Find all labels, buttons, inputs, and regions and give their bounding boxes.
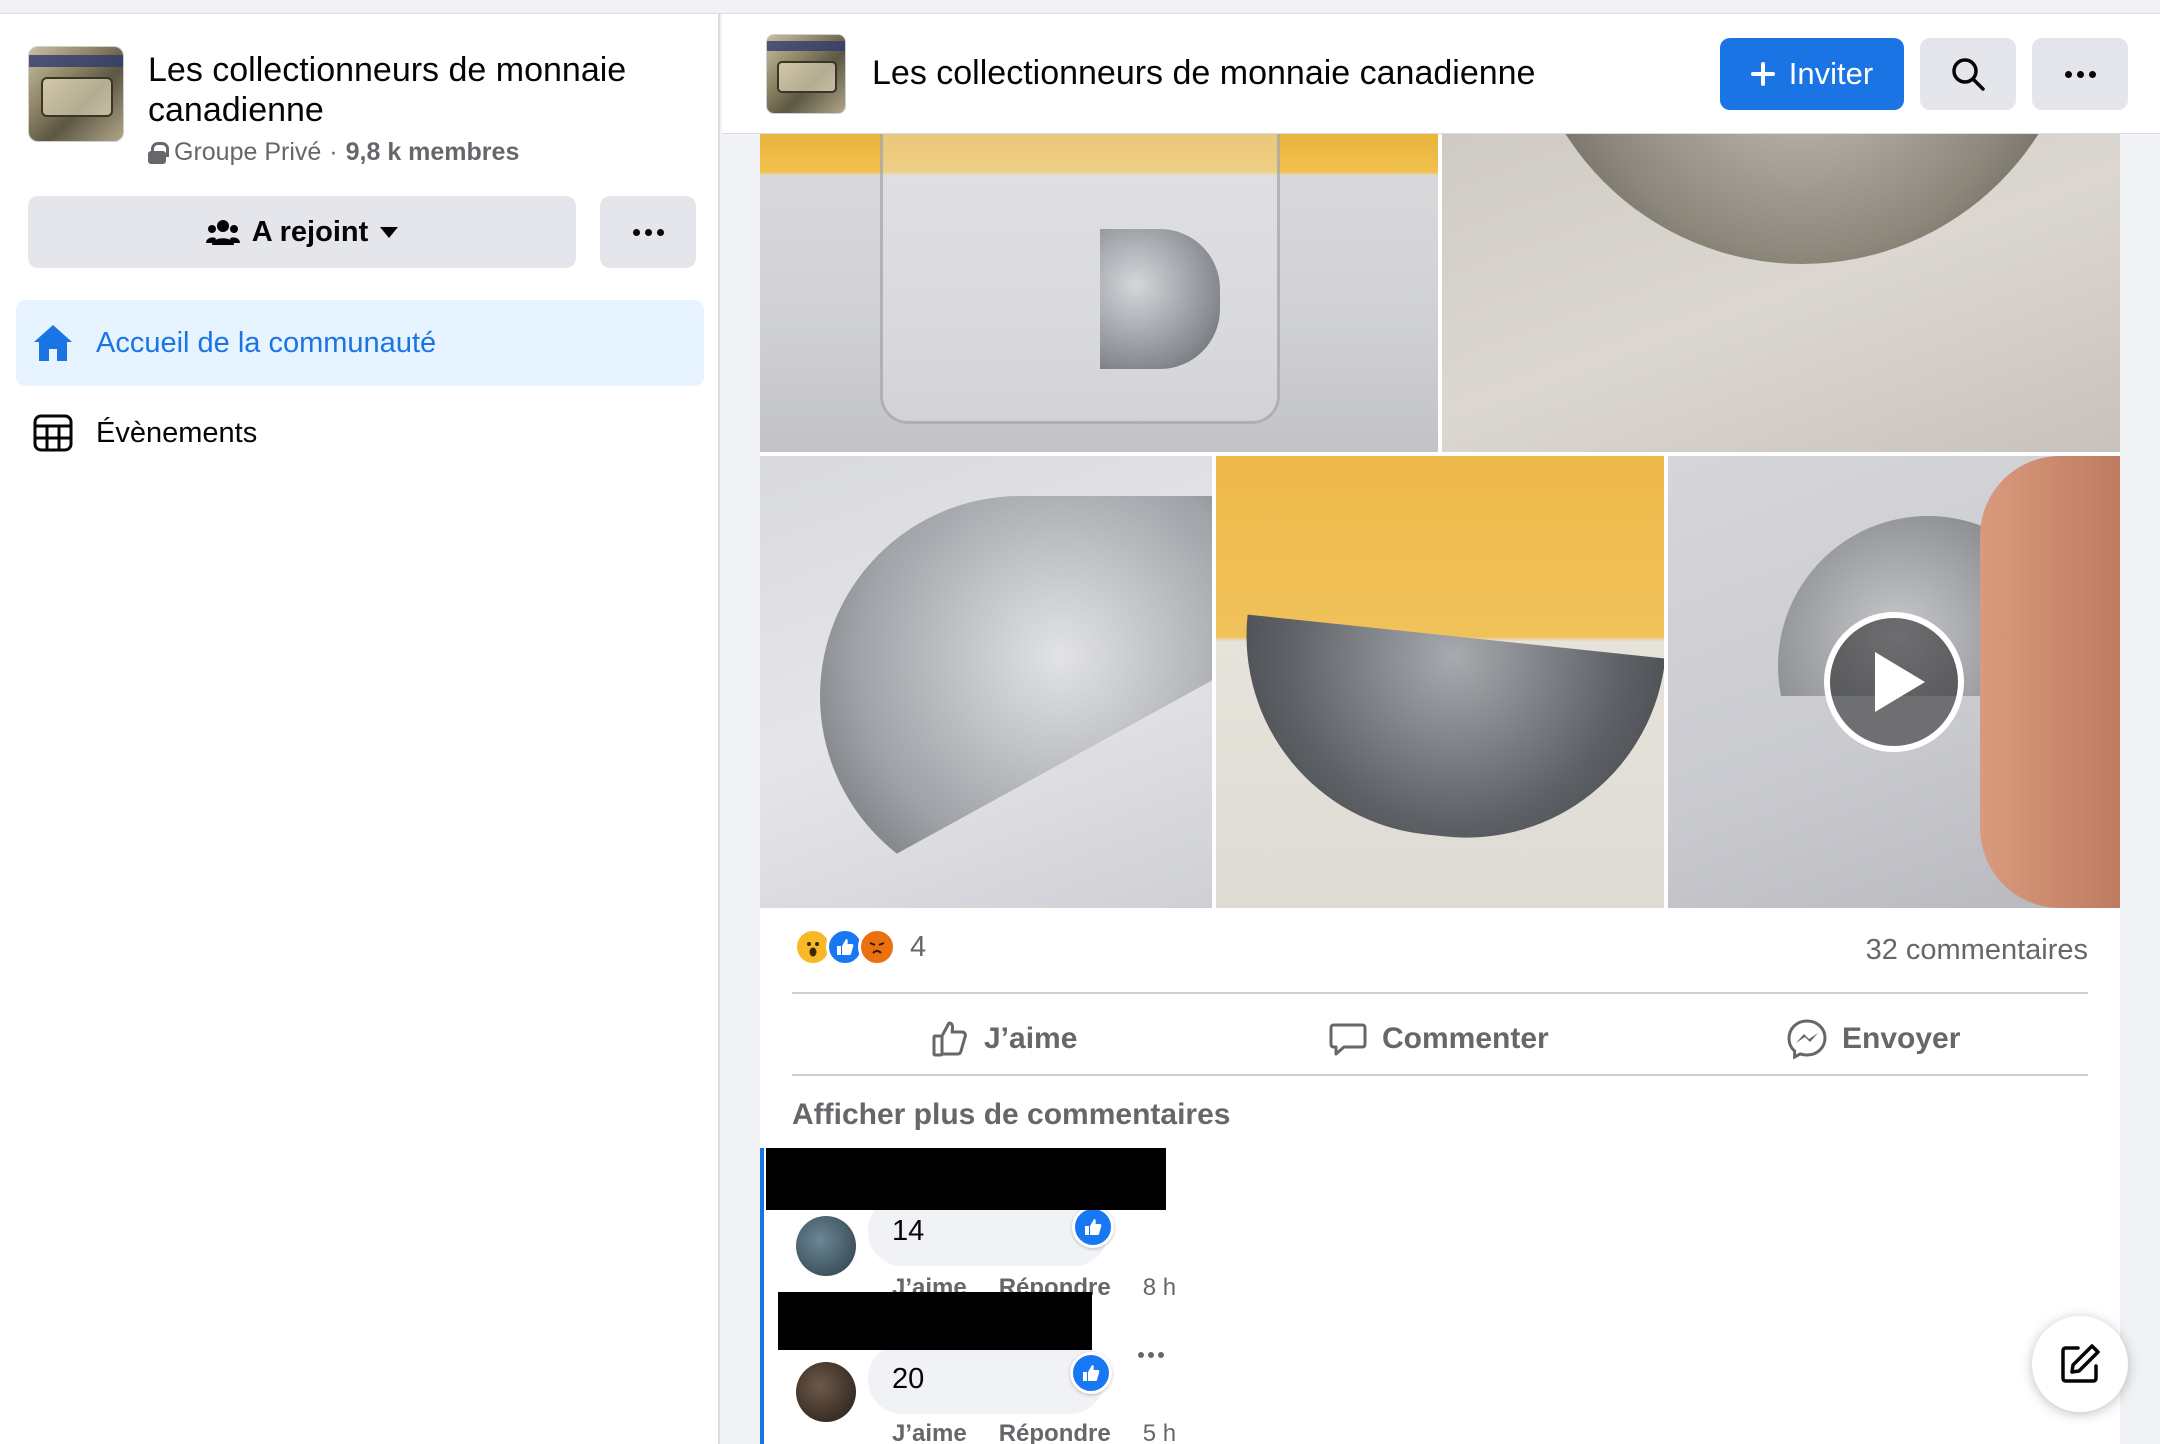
comment-timestamp[interactable]: 5 h bbox=[1143, 1420, 1176, 1444]
comment-bubble: 20 bbox=[868, 1344, 1104, 1414]
post-video-thumbnail[interactable] bbox=[1668, 456, 2120, 908]
messenger-icon bbox=[1787, 1019, 1827, 1060]
group-header-thumbnail[interactable] bbox=[766, 34, 846, 114]
group-privacy: Groupe Privé bbox=[174, 138, 322, 166]
group-title[interactable]: Les collectionneurs de monnaie canadienn… bbox=[148, 50, 688, 130]
sidebar-item-label: Évènements bbox=[96, 416, 258, 449]
more-dots-icon bbox=[2064, 70, 2096, 78]
comment-text: 20 bbox=[892, 1362, 925, 1395]
thumbs-up-icon bbox=[1083, 1365, 1100, 1381]
compose-icon bbox=[2061, 1344, 2100, 1383]
comment-reply-link[interactable]: Répondre bbox=[999, 1420, 1111, 1444]
post-photo-4[interactable] bbox=[1216, 456, 1664, 908]
commenter-avatar[interactable] bbox=[796, 1216, 856, 1276]
caret-down-icon bbox=[380, 226, 399, 238]
group-cover-thumbnail[interactable] bbox=[28, 46, 124, 142]
actions-divider-bottom bbox=[792, 1074, 2088, 1076]
invite-button[interactable]: Inviter bbox=[1720, 38, 1904, 110]
group-header-bar: Les collectionneurs de monnaie canadienn… bbox=[722, 14, 2160, 134]
group-members-count[interactable]: 9,8 k membres bbox=[346, 138, 520, 167]
comment-like-link[interactable]: J’aime bbox=[892, 1420, 967, 1444]
more-dots-icon bbox=[632, 228, 664, 236]
home-icon bbox=[34, 325, 72, 361]
comment-like-badge[interactable] bbox=[1072, 1206, 1114, 1248]
search-icon bbox=[1952, 58, 1985, 91]
search-button[interactable] bbox=[1920, 38, 2016, 110]
post-card: 4 32 commentaires J’aime Commenter Envoy… bbox=[760, 134, 2120, 1444]
send-action-label: Envoyer bbox=[1842, 1022, 1961, 1055]
header-more-button[interactable] bbox=[2032, 38, 2128, 110]
browser-top-edge bbox=[0, 0, 2160, 14]
like-action-label: J’aime bbox=[984, 1022, 1078, 1055]
thumbs-up-icon bbox=[1085, 1219, 1102, 1235]
comment-action-button[interactable]: Commenter bbox=[1328, 1004, 1549, 1074]
comment-like-badge[interactable] bbox=[1070, 1352, 1112, 1394]
redacted-commenter-name bbox=[778, 1292, 1092, 1350]
angry-reaction-icon bbox=[858, 928, 896, 966]
like-action-button[interactable]: J’aime bbox=[930, 1004, 1077, 1074]
sidebar-item-events[interactable]: Évènements bbox=[16, 390, 704, 476]
play-icon[interactable] bbox=[1824, 612, 1964, 752]
send-action-button[interactable]: Envoyer bbox=[1786, 1004, 1960, 1074]
group-sidebar: Les collectionneurs de monnaie canadienn… bbox=[0, 14, 720, 1444]
redacted-commenter-name bbox=[766, 1148, 1166, 1210]
comment-actions-2: J’aime Répondre 5 h bbox=[892, 1420, 1176, 1444]
actions-divider-top bbox=[792, 992, 2088, 994]
group-members-icon bbox=[205, 220, 240, 245]
sidebar-more-button[interactable] bbox=[600, 196, 696, 268]
comment-action-label: Commenter bbox=[1382, 1022, 1549, 1055]
commenter-avatar[interactable] bbox=[796, 1362, 856, 1422]
thumbs-up-icon bbox=[932, 1021, 967, 1057]
sidebar-item-community-home[interactable]: Accueil de la communauté bbox=[16, 300, 704, 386]
comment-options-icon[interactable] bbox=[1138, 1352, 1164, 1358]
joined-label: A rejoint bbox=[251, 215, 369, 248]
reaction-count: 4 bbox=[910, 930, 927, 963]
lock-icon bbox=[148, 141, 169, 164]
header-group-title[interactable]: Les collectionneurs de monnaie canadienn… bbox=[872, 54, 1535, 93]
invite-label: Inviter bbox=[1788, 56, 1874, 91]
calendar-icon bbox=[33, 414, 73, 452]
comment-text: 14 bbox=[892, 1214, 925, 1247]
reaction-summary[interactable]: 4 bbox=[794, 928, 926, 966]
meta-separator: · bbox=[329, 138, 338, 166]
comment-thread-line bbox=[760, 1148, 764, 1444]
post-photo-2[interactable] bbox=[1442, 134, 2120, 452]
post-photo-3[interactable] bbox=[760, 456, 1212, 908]
comments-count[interactable]: 32 commentaires bbox=[1866, 934, 2088, 967]
post-photo-1[interactable] bbox=[760, 134, 1438, 452]
comment-icon bbox=[1329, 1023, 1367, 1056]
plus-icon bbox=[1750, 62, 1775, 86]
comment-timestamp[interactable]: 8 h bbox=[1143, 1274, 1176, 1302]
group-meta: Groupe Privé · 9,8 k membres bbox=[148, 138, 519, 167]
compose-message-button[interactable] bbox=[2032, 1316, 2128, 1412]
show-more-comments-link[interactable]: Afficher plus de commentaires bbox=[792, 1098, 1230, 1132]
joined-button[interactable]: A rejoint bbox=[28, 196, 576, 268]
sidebar-item-label: Accueil de la communauté bbox=[96, 326, 437, 359]
